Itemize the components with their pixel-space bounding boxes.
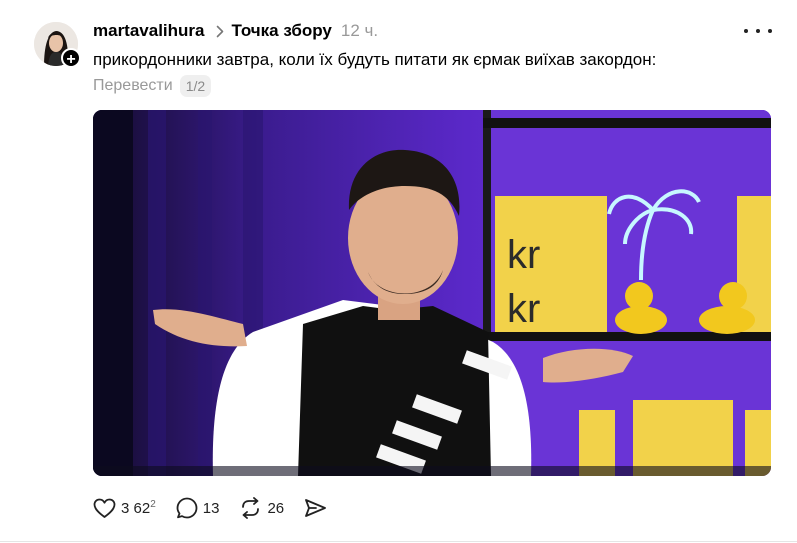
- comment-icon: [176, 497, 198, 519]
- comment-count: 13: [202, 499, 220, 517]
- post-time[interactable]: 12 ч.: [341, 21, 378, 41]
- bag-logo: kr: [507, 233, 540, 277]
- share-icon: [304, 498, 327, 518]
- divider: [0, 541, 797, 542]
- media-image: kr kr: [93, 110, 771, 476]
- post-header: martavalihura Точка збору 12 ч.: [93, 20, 378, 42]
- repost-icon: [239, 497, 262, 519]
- like-button[interactable]: 3 622: [93, 498, 156, 519]
- like-count: 3 622: [121, 499, 156, 517]
- community-name[interactable]: Точка збору: [232, 21, 332, 41]
- post-media[interactable]: kr kr: [93, 110, 771, 476]
- follow-plus-icon[interactable]: +: [61, 48, 81, 68]
- comment-button[interactable]: 13: [176, 497, 220, 519]
- more-dot: [756, 29, 760, 33]
- username[interactable]: martavalihura: [93, 21, 205, 41]
- heart-icon: [93, 498, 116, 519]
- share-button[interactable]: [304, 498, 327, 518]
- repost-count: 26: [267, 499, 285, 517]
- thread-post: + martavalihura Точка збору 12 ч. прикор…: [0, 0, 797, 543]
- translate-link[interactable]: Перевести: [93, 77, 173, 95]
- svg-text:kr: kr: [507, 287, 540, 331]
- more-dot: [744, 29, 748, 33]
- chevron-right-icon: [216, 25, 224, 38]
- more-options-icon[interactable]: [744, 22, 772, 40]
- repost-button[interactable]: 26: [239, 497, 284, 519]
- page-indicator: 1/2: [179, 75, 212, 97]
- post-caption: прикордонники завтра, коли їх будуть пит…: [93, 50, 657, 69]
- more-dot: [768, 29, 772, 33]
- action-bar: 3 622 13 26: [93, 495, 347, 521]
- translate-row: Перевести 1/2: [93, 75, 212, 97]
